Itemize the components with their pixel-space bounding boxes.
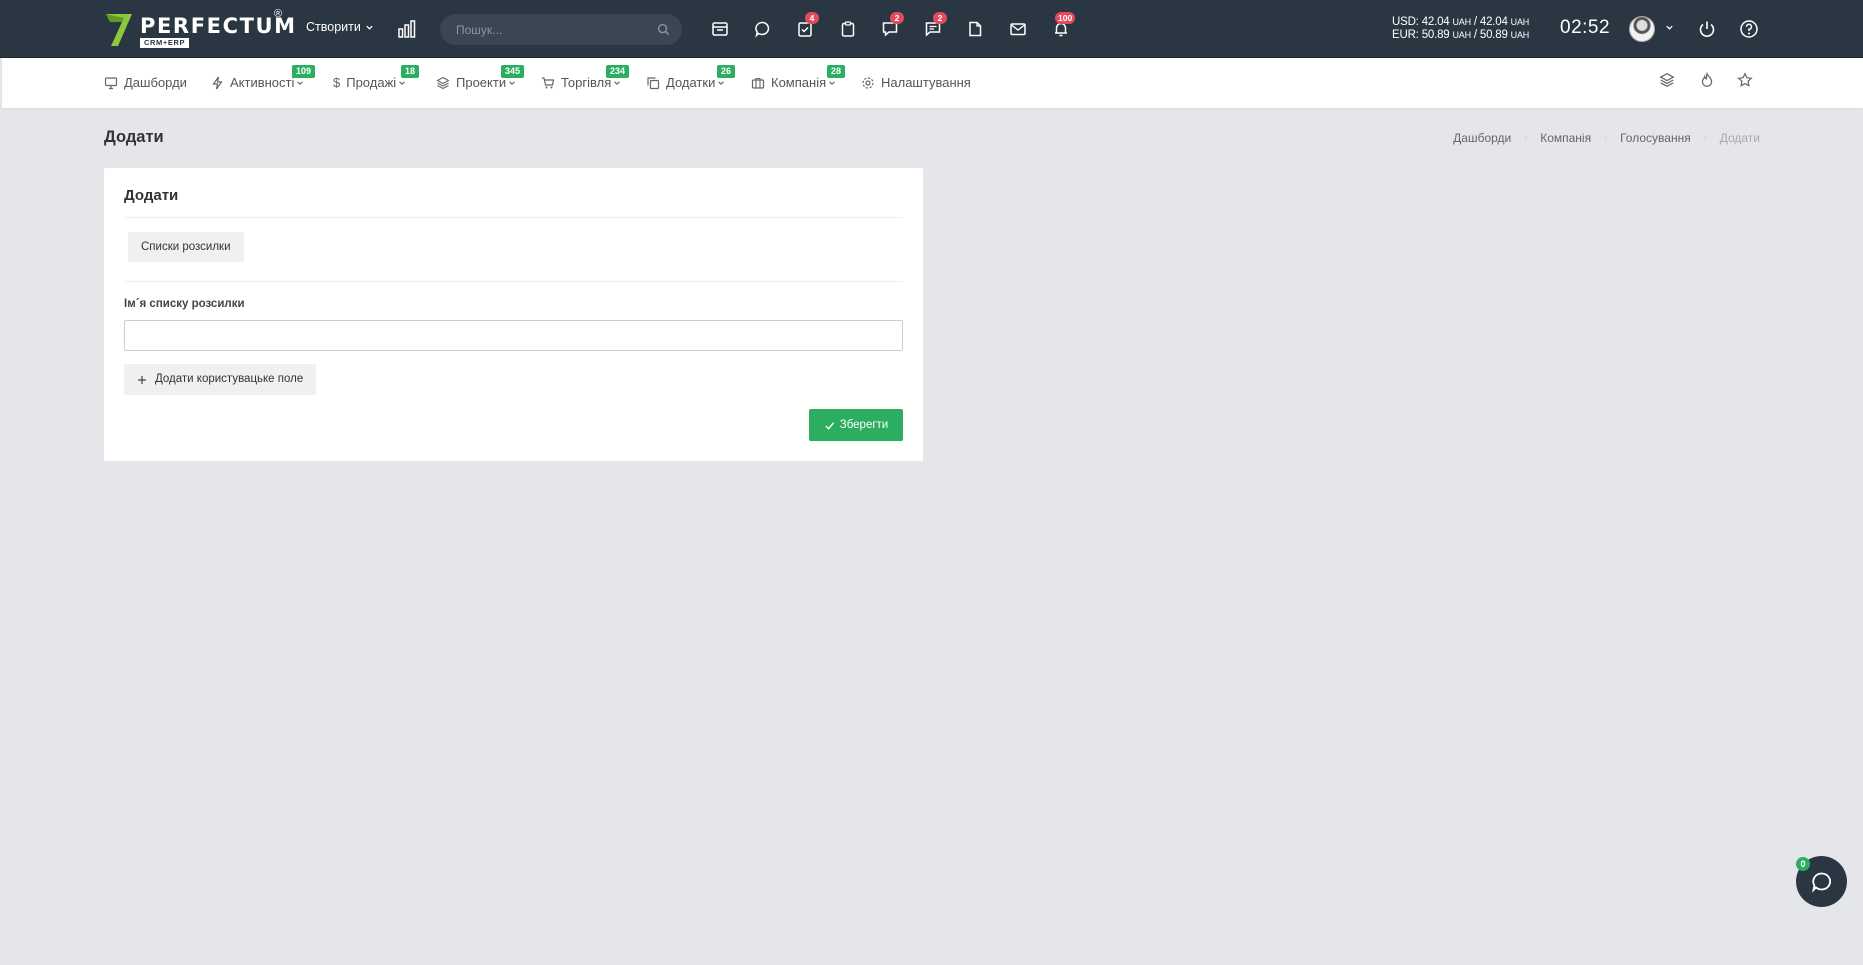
menu-item-trade[interactable]: Торгівля 234 (541, 65, 630, 90)
chat-bubble-icon (1811, 872, 1831, 893)
star-icon[interactable] (1737, 72, 1753, 93)
menu-item-settings[interactable]: Налаштування (861, 75, 971, 90)
chat-widget-button[interactable]: 0 (1796, 856, 1847, 907)
menu-item-projects[interactable]: Проекти 345 (436, 65, 525, 90)
menu-item-dashboards[interactable]: Дашборди (104, 75, 187, 90)
chevron-down-icon (366, 25, 373, 30)
clipboard-icon[interactable] (836, 17, 860, 41)
user-avatar[interactable] (1629, 16, 1655, 42)
messages-icon[interactable]: 2 (878, 12, 904, 41)
layers-icon[interactable] (1659, 72, 1675, 93)
search-icon[interactable] (657, 23, 670, 36)
addons-badge: 26 (717, 65, 736, 78)
calendar-icon[interactable] (708, 17, 732, 41)
check-icon (825, 421, 834, 430)
breadcrumb-company[interactable]: Компанія (1540, 131, 1591, 145)
add-custom-field-button[interactable]: Додати користувацьке поле (124, 364, 317, 395)
logo-mark-icon (106, 14, 132, 46)
chevron-down-icon (297, 80, 304, 85)
breadcrumb-current: Додати (1719, 131, 1760, 145)
fire-icon[interactable] (1699, 71, 1715, 93)
save-label: Зберегти (839, 419, 889, 431)
breadcrumb-voting[interactable]: Голосування (1620, 131, 1691, 145)
search-input[interactable] (456, 21, 646, 38)
trade-badge: 234 (606, 65, 630, 78)
copy-icon (647, 76, 660, 89)
add-form-card: Додати Списки розсилки Ім´я списку розси… (104, 168, 923, 461)
mailing-lists-button[interactable]: Списки розсилки (128, 232, 244, 262)
monitor-icon (104, 76, 118, 89)
breadcrumb: Дашборди › Компанія › Голосування › Дода… (1453, 131, 1760, 145)
chevron-down-icon (829, 80, 835, 85)
gear-icon (862, 76, 874, 89)
notifications-icon[interactable]: 100 (1049, 12, 1076, 41)
clock: 02:52 (1560, 17, 1611, 38)
comments-badge: 2 (933, 12, 947, 24)
sales-badge: 18 (401, 65, 420, 78)
document-icon[interactable] (963, 17, 987, 41)
dollar-icon: $ (333, 75, 341, 90)
menu-item-activities[interactable]: Активності 109 (211, 65, 316, 90)
breadcrumb-separator-icon: › (1604, 133, 1608, 143)
bar-chart-icon[interactable] (397, 19, 417, 44)
create-label: Створити (306, 20, 361, 34)
mailing-list-name-label: Ім´я списку розсилки (124, 298, 245, 310)
brand-logo[interactable]: PERFECTUM ® CRM+ERP (104, 8, 295, 50)
chevron-down-icon (509, 80, 515, 85)
add-custom-field-label: Додати користувацьке поле (155, 373, 304, 385)
breadcrumb-separator-icon: › (1703, 133, 1707, 143)
tasks-badge: 4 (805, 12, 819, 24)
currency-rates: USD: 42.04 UAH / 42.04 UAH EUR: 50.89 UA… (1392, 16, 1529, 42)
chevron-down-icon (718, 80, 725, 85)
messages-badge: 2 (890, 12, 904, 24)
chat-bubble-icon[interactable] (751, 17, 775, 41)
breadcrumb-separator-icon: › (1524, 133, 1528, 143)
lightning-icon (212, 76, 223, 89)
help-icon[interactable] (1739, 19, 1759, 44)
plus-icon (138, 375, 146, 384)
brand-registered: ® (274, 8, 283, 20)
breadcrumb-dashboards[interactable]: Дашборди (1453, 131, 1511, 145)
notifications-badge: 100 (1055, 12, 1076, 24)
usd-rate: USD: 42.04 UAH / 42.04 UAH (1392, 16, 1530, 28)
projects-badge: 345 (501, 65, 525, 78)
search-box[interactable] (440, 14, 682, 45)
chevron-down-icon[interactable] (1665, 23, 1674, 32)
main-menu: Дашборди Активності 109 $ Продажі 18 Про… (2, 58, 1863, 108)
comments-icon[interactable]: 2 (921, 12, 947, 41)
mail-icon[interactable] (1006, 17, 1030, 41)
briefcase-icon (751, 77, 765, 89)
divider (124, 281, 903, 282)
activities-badge: 109 (292, 65, 316, 78)
eur-rate: EUR: 50.89 UAH / 50.89 UAH (1392, 29, 1530, 41)
menu-item-addons[interactable]: Додатки 26 (646, 65, 736, 90)
save-button[interactable]: Зберегти (809, 409, 903, 441)
menu-item-sales[interactable]: $ Продажі 18 (333, 65, 420, 90)
divider (124, 217, 903, 218)
top-navbar: PERFECTUM ® CRM+ERP Створити 4 2 2 (0, 0, 1863, 58)
mailing-list-name-input[interactable] (124, 320, 903, 351)
chevron-down-icon (614, 80, 621, 85)
card-title: Додати (124, 187, 179, 204)
menu-item-company[interactable]: Компанія 28 (751, 65, 846, 90)
brand-subtitle: CRM+ERP (140, 38, 190, 48)
layers-icon (436, 76, 450, 89)
company-badge: 28 (827, 65, 846, 78)
chevron-down-icon (399, 80, 405, 85)
power-icon[interactable] (1697, 19, 1717, 44)
cart-icon (542, 76, 555, 88)
chat-badge: 0 (1796, 857, 1810, 871)
create-dropdown[interactable]: Створити (306, 20, 374, 34)
page-title: Додати (104, 128, 164, 146)
tasks-icon[interactable]: 4 (793, 12, 819, 41)
